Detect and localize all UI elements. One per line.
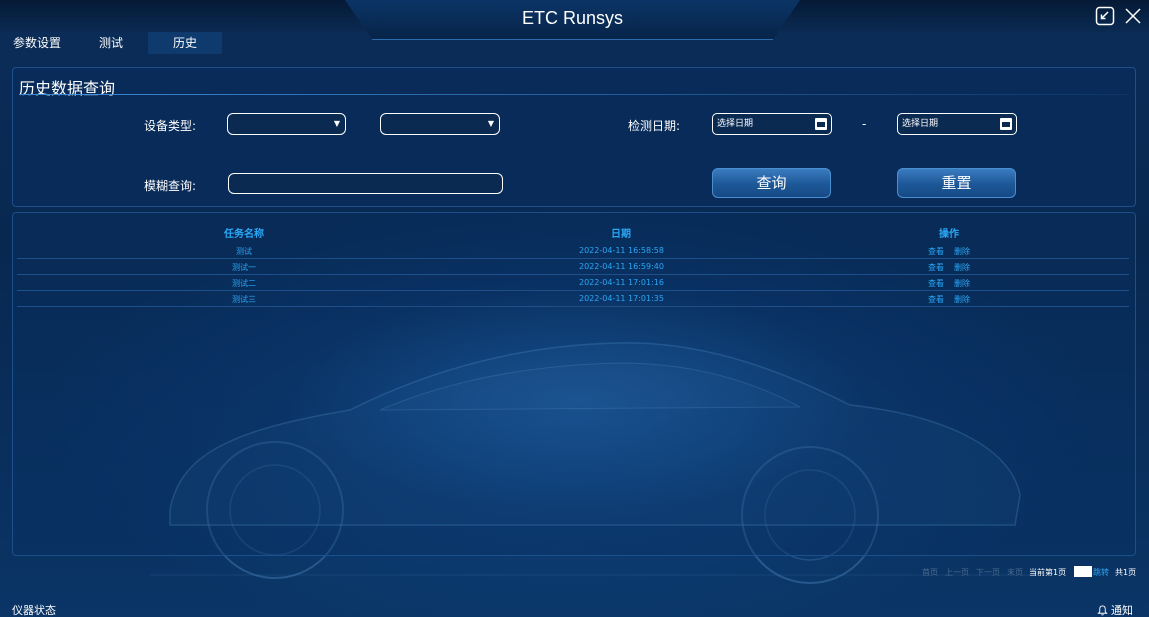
first-page-link[interactable]: 首页: [922, 567, 938, 578]
prev-page-link[interactable]: 上一页: [945, 567, 969, 578]
tab-test[interactable]: 测试: [74, 32, 148, 54]
date-start-placeholder: 选择日期: [717, 119, 754, 129]
restore-window-icon[interactable]: [1095, 6, 1115, 26]
search-button[interactable]: 查询: [712, 168, 831, 198]
task-name-cell: 测试: [236, 247, 252, 256]
date-cell: 2022-04-11 17:01:35: [579, 294, 664, 303]
device-type-select[interactable]: ▼: [227, 113, 346, 135]
next-page-link[interactable]: 下一页: [976, 567, 1000, 578]
date-end-placeholder: 选择日期: [902, 119, 939, 129]
device-model-select[interactable]: ▼: [380, 113, 500, 135]
panel-title: 历史数据查询: [19, 79, 116, 98]
date-cell: 2022-04-11 16:58:58: [579, 246, 664, 255]
view-link[interactable]: 查看: [928, 278, 944, 289]
calendar-icon[interactable]: [815, 118, 827, 130]
date-end-input[interactable]: 选择日期: [897, 113, 1017, 135]
date-separator: -: [862, 117, 867, 131]
instrument-status[interactable]: 仪器状态: [12, 602, 56, 617]
date-cell: 2022-04-11 17:01:16: [579, 278, 664, 287]
view-link[interactable]: 查看: [928, 294, 944, 305]
table-row: 测试二 2022-04-11 17:01:16 查看 删除: [17, 275, 1129, 291]
current-page-text: 当前第1页: [1029, 568, 1067, 577]
reset-button[interactable]: 重置: [897, 168, 1016, 198]
task-name-cell: 测试一: [232, 263, 256, 272]
panel-divider: [19, 94, 1129, 95]
task-name-cell: 测试二: [232, 279, 256, 288]
total-pages-text: 共1页: [1115, 568, 1137, 577]
page-jump-input[interactable]: [1074, 566, 1092, 577]
chevron-down-icon: ▼: [487, 119, 494, 128]
table-row: 测试一 2022-04-11 16:59:40 查看 删除: [17, 259, 1129, 275]
column-header-actions: 操作: [939, 229, 959, 240]
jump-link[interactable]: 跳转: [1093, 567, 1109, 578]
chevron-down-icon: ▼: [333, 119, 340, 128]
tab-bar: 参数设置 测试 历史: [0, 32, 222, 54]
column-header-date: 日期: [611, 229, 631, 240]
table-row: 测试三 2022-04-11 17:01:35 查看 删除: [17, 291, 1129, 307]
delete-link[interactable]: 删除: [954, 278, 970, 289]
column-header-task-name: 任务名称: [224, 229, 264, 240]
delete-link[interactable]: 删除: [954, 246, 970, 257]
delete-link[interactable]: 删除: [954, 294, 970, 305]
delete-link[interactable]: 删除: [954, 262, 970, 273]
task-name-cell: 测试三: [232, 295, 256, 304]
date-label: 检测日期:: [628, 119, 681, 133]
date-start-input[interactable]: 选择日期: [712, 113, 832, 135]
bell-icon: [1097, 604, 1108, 615]
notification-label: 通知: [1111, 604, 1133, 617]
view-link[interactable]: 查看: [928, 246, 944, 257]
calendar-icon[interactable]: [1000, 118, 1012, 130]
notification-button[interactable]: 通知: [1097, 602, 1133, 617]
tab-history[interactable]: 历史: [148, 32, 222, 54]
fuzzy-search-label: 模糊查询:: [144, 179, 197, 193]
table-row: 测试 2022-04-11 16:58:58 查看 删除: [17, 243, 1129, 259]
close-icon[interactable]: [1123, 6, 1143, 26]
date-cell: 2022-04-11 16:59:40: [579, 262, 664, 271]
view-link[interactable]: 查看: [928, 262, 944, 273]
fuzzy-search-input[interactable]: [228, 173, 503, 194]
device-type-label: 设备类型:: [144, 119, 197, 133]
tab-parameters[interactable]: 参数设置: [0, 32, 74, 54]
app-title: ETC Runsys: [521, 8, 624, 28]
last-page-link[interactable]: 末页: [1007, 567, 1023, 578]
